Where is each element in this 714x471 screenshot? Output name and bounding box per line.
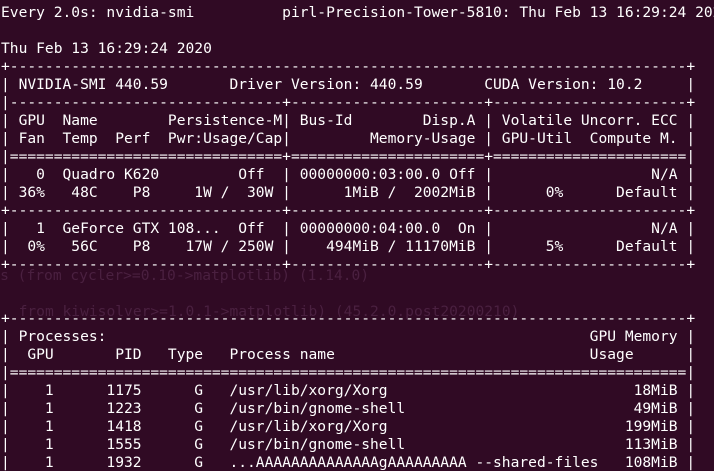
terminal-line: | 0 Quadro K620 Off | 00000000:03:00.0 O… <box>1 166 696 183</box>
terminal-line: |-------------------------------+-------… <box>1 94 696 111</box>
terminal-line: | 36% 48C P8 1W / 30W | 1MiB / 2002MiB |… <box>1 184 696 201</box>
terminal-line: +-------------------------------+-------… <box>1 256 696 273</box>
terminal-line: | 1 GeForce GTX 108... Off | 00000000:04… <box>1 220 696 237</box>
terminal-line: | Fan Temp Perf Pwr:Usage/Cap| Memory-Us… <box>1 130 696 147</box>
terminal-line: | GPU Name Persistence-M| Bus-Id Disp.A … <box>1 112 696 129</box>
terminal-line: +---------------------------------------… <box>1 310 696 327</box>
terminal-line: |===============================+=======… <box>1 148 696 165</box>
terminal-line: | GPU PID Type Process name Usage | <box>1 346 696 363</box>
terminal-line: |=======================================… <box>1 364 696 381</box>
terminal-line: +-------------------------------+-------… <box>1 202 696 219</box>
terminal-line: | 1 1932 G ...AAAAAAAAAAAAAAgAAAAAAAAA -… <box>1 454 696 471</box>
terminal-line: | 0% 56C P8 17W / 250W | 494MiB / 11170M… <box>1 238 696 255</box>
terminal-line: Thu Feb 13 16:29:24 2020 <box>1 40 212 57</box>
terminal-line: | 1 1555 G /usr/bin/gnome-shell 113MiB | <box>1 436 696 453</box>
terminal-line: | 1 1175 G /usr/lib/xorg/Xorg 18MiB | <box>1 382 696 399</box>
terminal-line: Every 2.0s: nvidia-smi pirl-Precision-To… <box>1 4 714 21</box>
terminal-line: | Processes: GPU Memory | <box>1 328 696 345</box>
terminal-line: | NVIDIA-SMI 440.59 Driver Version: 440.… <box>1 76 696 93</box>
terminal-window[interactable]: Every 2.0s: nvidia-smi pirl-Precision-To… <box>0 0 714 471</box>
terminal-line: | 1 1223 G /usr/bin/gnome-shell 49MiB | <box>1 400 696 417</box>
terminal-line: | 1 1418 G /usr/lib/xorg/Xorg 199MiB | <box>1 418 696 435</box>
terminal-line: +---------------------------------------… <box>1 58 696 75</box>
